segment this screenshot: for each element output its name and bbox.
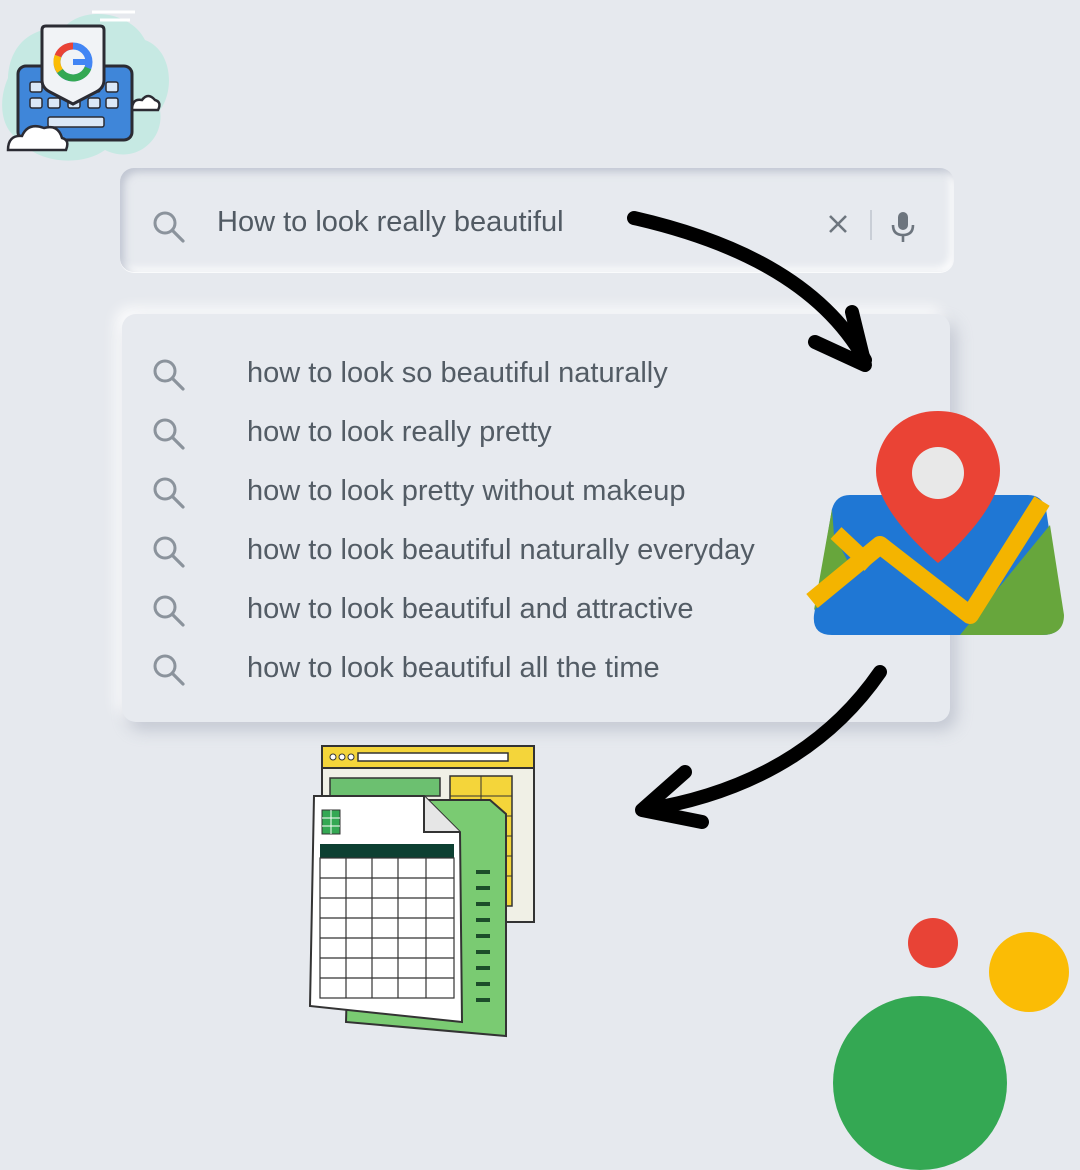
suggestion-label: how to look really pretty bbox=[247, 416, 552, 448]
suggestion-label: how to look pretty without makeup bbox=[247, 475, 686, 507]
search-icon bbox=[152, 653, 186, 687]
map-pin-icon bbox=[806, 405, 1070, 640]
google-keyboard-logo bbox=[0, 0, 175, 170]
suggestion-label: how to look beautiful naturally everyday bbox=[247, 534, 755, 566]
suggestion-label: how to look so beautiful naturally bbox=[247, 357, 668, 389]
suggestion-item[interactable]: how to look beautiful and attractive bbox=[152, 588, 912, 634]
search-icon bbox=[152, 417, 186, 451]
curved-arrow-icon bbox=[620, 200, 900, 390]
search-icon bbox=[152, 535, 186, 569]
suggestion-label: how to look beautiful and attractive bbox=[247, 593, 694, 625]
suggestion-item[interactable]: how to look really pretty bbox=[152, 411, 912, 457]
search-icon bbox=[152, 594, 186, 628]
suggestion-item[interactable]: how to look beautiful naturally everyday bbox=[152, 529, 912, 575]
green-dot bbox=[833, 996, 1007, 1170]
suggestion-item[interactable]: how to look pretty without makeup bbox=[152, 470, 912, 516]
search-input[interactable]: How to look really beautiful bbox=[217, 206, 564, 239]
search-icon bbox=[152, 476, 186, 510]
search-icon bbox=[152, 210, 186, 244]
suggestion-label: how to look beautiful all the time bbox=[247, 652, 660, 684]
yellow-dot bbox=[989, 932, 1069, 1012]
curved-arrow-icon bbox=[630, 660, 900, 840]
search-icon bbox=[152, 358, 186, 392]
spreadsheet-icon bbox=[300, 740, 545, 1045]
red-dot bbox=[908, 918, 958, 968]
